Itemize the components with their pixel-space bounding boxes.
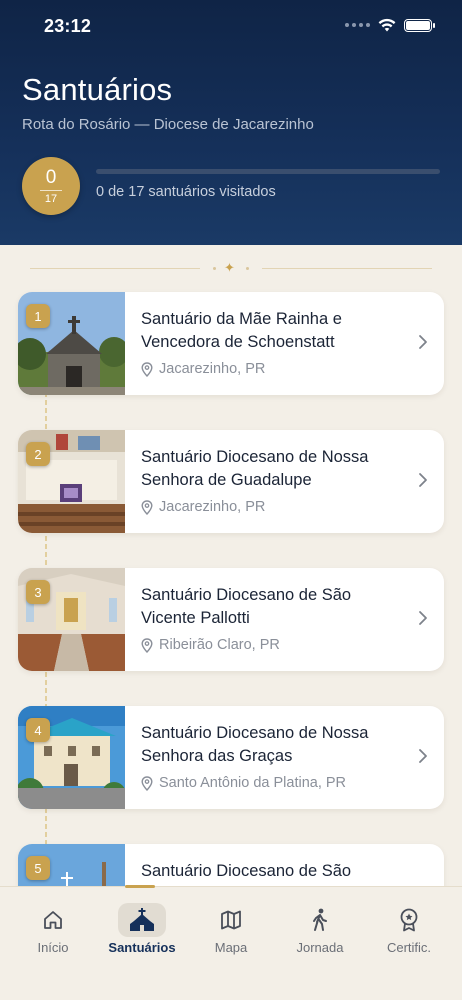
certificate-icon — [385, 903, 433, 937]
map-icon — [207, 903, 255, 937]
location-pin-icon — [141, 361, 153, 377]
counter-divider — [40, 189, 62, 191]
home-icon — [29, 903, 77, 937]
active-tab-indicator — [125, 885, 155, 888]
sanctuary-name: Santuário da Mãe Rainha e Vencedora de S… — [141, 310, 342, 351]
sanctuary-name: Santuário Diocesano de São — [141, 862, 352, 880]
tab-label: Mapa — [214, 940, 248, 955]
chevron-right-icon — [419, 611, 427, 625]
tab-inicio[interactable]: Início — [7, 887, 99, 967]
status-icons — [345, 18, 435, 32]
chevron-right-icon — [419, 473, 427, 487]
total-count: 17 — [44, 192, 58, 205]
sanctuary-name: Santuário Diocesano de Nossa Senhora de … — [141, 448, 369, 489]
location-text: Jacarezinho, PR — [159, 499, 266, 515]
wifi-icon — [378, 18, 396, 32]
page-subtitle: Rota do Rosário — Diocese de Jacarezinho — [22, 116, 314, 133]
sanctuary-card[interactable]: 3 Santuário Diocesano de São Vicente Pal… — [18, 568, 444, 671]
location-pin-icon — [141, 775, 153, 791]
visited-count: 0 — [45, 166, 57, 188]
progress-text: 0 de 17 santuários visitados — [96, 184, 276, 200]
tab-label: Jornada — [296, 940, 344, 955]
tab-label: Santuários — [108, 940, 176, 955]
sanctuary-location: Jacarezinho, PR — [141, 361, 265, 377]
sanctuary-number-badge: 2 — [26, 442, 50, 466]
location-text: Santo Antônio da Platina, PR — [159, 775, 347, 791]
progress-bar — [96, 169, 440, 174]
battery-icon — [404, 18, 435, 32]
sanctuary-card[interactable]: 4 Santuário Diocesano de Nossa Senhora d… — [18, 706, 444, 809]
sparkle-icon: ✦ — [224, 260, 235, 275]
sanctuary-card[interactable]: 2 Santuário Diocesano de Nossa Senhora d… — [18, 430, 444, 533]
sanctuary-card[interactable]: 1 Santuário da Mãe Rainha e Vencedora de… — [18, 292, 444, 395]
church-icon — [118, 903, 166, 937]
status-time: 23:12 — [44, 16, 92, 36]
location-pin-icon — [141, 499, 153, 515]
sanctuary-number-badge: 4 — [26, 718, 50, 742]
sanctuary-location: Santo Antônio da Platina, PR — [141, 775, 346, 791]
chevron-right-icon — [419, 749, 427, 763]
tab-jornada[interactable]: Jornada — [274, 887, 366, 967]
tab-santuarios[interactable]: Santuários — [96, 885, 188, 967]
tab-label: Início — [37, 940, 69, 955]
sanctuary-location: Jacarezinho, PR — [141, 499, 265, 515]
sanctuary-name: Santuário Diocesano de São Vicente Pallo… — [141, 586, 352, 627]
location-text: Jacarezinho, PR — [159, 361, 266, 377]
tab-mapa[interactable]: Mapa — [185, 887, 277, 967]
chevron-right-icon — [419, 335, 427, 349]
sanctuary-number-badge: 5 — [26, 856, 50, 880]
ornament-divider: ✦ — [30, 260, 432, 276]
tab-label: Certific. — [386, 940, 432, 955]
location-pin-icon — [141, 637, 153, 653]
tab-certificados[interactable]: Certific. — [363, 887, 455, 967]
walking-icon — [296, 903, 344, 937]
header: 23:12 Santuários Rota do Rosário — Dioce… — [0, 0, 462, 245]
tab-bar: Início Santuários Mapa Jornada Certific. — [0, 885, 462, 1000]
sanctuary-number-badge: 3 — [26, 580, 50, 604]
signal-icon — [345, 23, 370, 27]
sanctuary-name: Santuário Diocesano de Nossa Senhora das… — [141, 724, 369, 765]
visited-counter-badge: 0 17 — [22, 157, 80, 215]
location-text: Ribeirão Claro, PR — [159, 637, 280, 653]
page-title: Santuários — [22, 72, 173, 107]
sanctuary-location: Ribeirão Claro, PR — [141, 637, 280, 653]
sanctuary-number-badge: 1 — [26, 304, 50, 328]
